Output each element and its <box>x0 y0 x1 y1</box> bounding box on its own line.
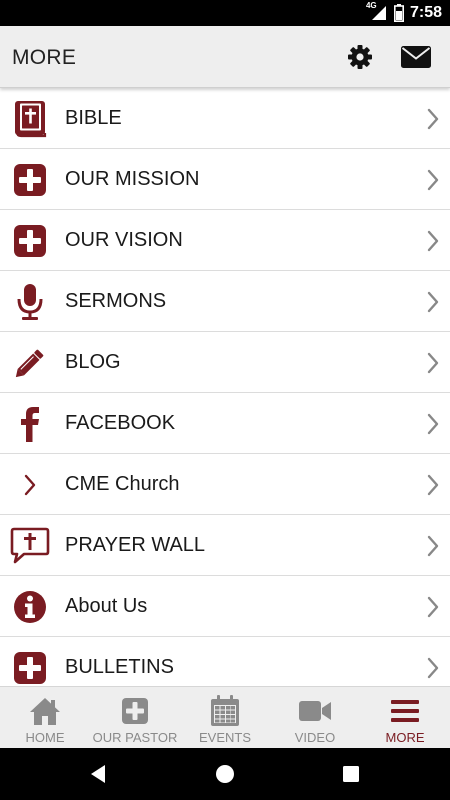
menu-label: OUR MISSION <box>65 168 200 190</box>
plus-box-icon <box>121 695 149 727</box>
menu-item-about-us[interactable]: About Us <box>0 576 450 637</box>
home-circle-icon <box>216 765 234 783</box>
calendar-icon <box>210 695 240 727</box>
page-title: MORE <box>12 46 77 69</box>
bottom-nav: HOME OUR PASTOR EVENTS VIDEO MORE <box>0 686 450 748</box>
chevron-right-icon <box>427 291 439 313</box>
cross-speech-bubble-icon <box>10 527 50 564</box>
menu-list: BIBLE OUR MISSION OUR VISION SERMONS BLO… <box>0 88 450 686</box>
menu-label: PRAYER WALL <box>65 534 206 556</box>
facebook-icon <box>10 405 50 442</box>
nav-label: HOME <box>25 730 65 745</box>
chevron-right-icon <box>427 230 439 252</box>
menu-item-facebook[interactable]: FACEBOOK <box>0 393 450 454</box>
info-icon <box>10 588 50 625</box>
nav-more[interactable]: MORE <box>360 687 450 748</box>
plus-box-icon <box>10 649 50 686</box>
nav-home[interactable]: HOME <box>0 687 90 748</box>
signal-icon: 4G <box>365 1 388 22</box>
nav-our-pastor[interactable]: OUR PASTOR <box>90 687 180 748</box>
chevron-right-icon <box>427 108 439 130</box>
system-nav-bar <box>0 748 450 800</box>
video-camera-icon <box>298 695 332 727</box>
chevron-right-icon <box>10 466 50 503</box>
nav-label: OUR PASTOR <box>92 730 178 745</box>
microphone-icon <box>10 283 50 320</box>
chevron-right-icon <box>427 596 439 618</box>
back-button[interactable] <box>86 762 110 786</box>
menu-label: SERMONS <box>65 290 167 312</box>
chevron-right-icon <box>427 657 439 679</box>
home-icon <box>29 695 61 727</box>
gear-icon <box>348 45 372 69</box>
menu-label: CME Church <box>65 473 180 495</box>
status-icons: 4G 7:58 <box>366 0 442 26</box>
nav-label: VIDEO <box>294 730 336 745</box>
menu-item-our-mission[interactable]: OUR MISSION <box>0 149 450 210</box>
chevron-right-icon <box>427 535 439 557</box>
chevron-right-icon <box>427 169 439 191</box>
menu-label: BULLETINS <box>65 656 174 678</box>
nav-label: EVENTS <box>198 730 251 745</box>
chevron-right-icon <box>427 413 439 435</box>
menu-item-sermons[interactable]: SERMONS <box>0 271 450 332</box>
recents-button[interactable] <box>339 762 363 786</box>
bible-icon <box>10 100 50 137</box>
chevron-right-icon <box>427 474 439 496</box>
nav-label: MORE <box>385 730 425 745</box>
menu-label: BLOG <box>65 351 121 373</box>
clock: 7:58 <box>409 4 442 21</box>
back-triangle-icon <box>91 765 105 783</box>
menu-label: FACEBOOK <box>65 412 176 434</box>
battery-icon <box>393 4 404 22</box>
menu-item-cme-church[interactable]: CME Church <box>0 454 450 515</box>
menu-item-prayer-wall[interactable]: PRAYER WALL <box>0 515 450 576</box>
status-bar: 4G 7:58 <box>0 0 450 26</box>
menu-item-our-vision[interactable]: OUR VISION <box>0 210 450 271</box>
app-header: MORE <box>0 26 450 88</box>
menu-label: OUR VISION <box>65 229 183 251</box>
menu-item-blog[interactable]: BLOG <box>0 332 450 393</box>
network-type: 4G <box>365 1 377 10</box>
menu-item-bible[interactable]: BIBLE <box>0 88 450 149</box>
plus-box-icon <box>10 222 50 259</box>
home-button[interactable] <box>213 762 237 786</box>
envelope-icon <box>401 46 431 68</box>
menu-label: About Us <box>65 595 148 617</box>
plus-box-icon <box>10 161 50 198</box>
pencil-icon <box>10 344 50 381</box>
nav-video[interactable]: VIDEO <box>270 687 360 748</box>
nav-events[interactable]: EVENTS <box>180 687 270 748</box>
recents-square-icon <box>343 766 359 782</box>
menu-label: BIBLE <box>65 107 122 129</box>
mail-button[interactable] <box>398 40 434 74</box>
menu-item-bulletins[interactable]: BULLETINS <box>0 637 450 686</box>
chevron-right-icon <box>427 352 439 374</box>
menu-icon <box>390 695 420 727</box>
settings-button[interactable] <box>342 40 378 74</box>
